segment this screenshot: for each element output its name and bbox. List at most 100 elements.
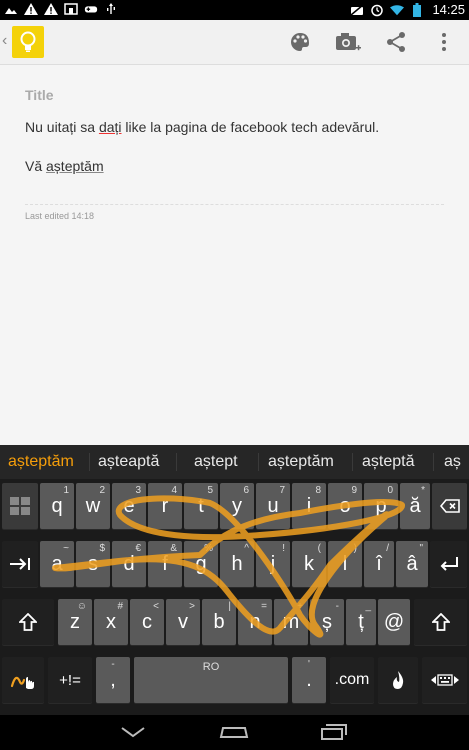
- warning-icon: [44, 2, 58, 16]
- warning-icon: [24, 2, 38, 16]
- key-t[interactable]: 5t: [184, 483, 218, 529]
- action-bar: ‹: [0, 20, 469, 65]
- shift-icon: [431, 613, 450, 631]
- clock-time: 14:25: [432, 2, 465, 17]
- symbols-key[interactable]: +!=: [48, 657, 92, 703]
- last-edited-label: Last edited 14:18: [25, 211, 95, 221]
- enter-icon: [440, 557, 458, 571]
- enter-key[interactable]: [430, 541, 467, 587]
- image-notification-icon: [4, 2, 18, 16]
- key-w[interactable]: 2w: [76, 483, 110, 529]
- suggestion-item[interactable]: aștept: [194, 453, 238, 471]
- flame-icon: [393, 671, 404, 689]
- key-h[interactable]: ^ h: [220, 541, 254, 587]
- key-r[interactable]: 4r: [148, 483, 182, 529]
- numeric-keypad-key[interactable]: [2, 483, 38, 529]
- key-g[interactable]: % g: [184, 541, 218, 587]
- note-body-line-1[interactable]: Nu uitați sa dați like la pagina de face…: [25, 117, 445, 137]
- key-c[interactable]: < c: [130, 599, 164, 645]
- key-b[interactable]: | b: [202, 599, 236, 645]
- back-nav-icon[interactable]: [118, 721, 148, 743]
- back-chevron-icon[interactable]: ‹: [2, 32, 7, 50]
- key-m[interactable]: + m: [274, 599, 308, 645]
- key-a[interactable]: ~ a: [40, 541, 74, 587]
- dotcom-key[interactable]: .com: [330, 657, 374, 703]
- dragon-mic-key[interactable]: [378, 657, 418, 703]
- keep-lightbulb-icon[interactable]: [12, 26, 44, 58]
- swype-keyboard: așteptăm așteaptă aștept așteptăm aștept…: [0, 445, 469, 715]
- status-left-icons: [4, 2, 118, 16]
- key-i-circumflex[interactable]: / î: [364, 541, 394, 587]
- suggestion-item[interactable]: așteptăm: [268, 453, 334, 471]
- key-q[interactable]: 1q: [40, 483, 74, 529]
- key-s[interactable]: $ s: [76, 541, 110, 587]
- home-nav-icon[interactable]: [219, 721, 249, 743]
- keyboard-layout-key[interactable]: [422, 657, 467, 703]
- key-z[interactable]: ☺ z: [58, 599, 92, 645]
- wifi-icon: [390, 3, 405, 17]
- key-n[interactable]: = n: [238, 599, 272, 645]
- usb-icon: [104, 2, 118, 16]
- swype-logo-icon: [10, 676, 34, 689]
- shift-key-right[interactable]: [414, 599, 467, 645]
- status-right-icons: 14:25: [350, 2, 465, 17]
- suggestion-bar: așteptăm așteaptă aștept așteptăm aștept…: [0, 445, 469, 479]
- palette-icon[interactable]: [286, 28, 314, 56]
- comma-key[interactable]: -,: [96, 657, 130, 703]
- keyboard-arrows-icon: [430, 674, 459, 686]
- note-title-field[interactable]: Title: [25, 87, 54, 103]
- recents-nav-icon[interactable]: [319, 721, 349, 743]
- tab-key[interactable]: [2, 541, 38, 587]
- overflow-menu-icon[interactable]: [430, 28, 458, 56]
- status-bar: 14:25: [0, 0, 469, 20]
- suggestion-divider: [433, 453, 434, 471]
- key-s-comma[interactable]: -ș: [310, 599, 344, 645]
- camera-off-icon: [350, 3, 364, 17]
- key-u[interactable]: 7u: [256, 483, 290, 529]
- key-y[interactable]: 6y: [220, 483, 254, 529]
- backspace-key[interactable]: [432, 483, 467, 529]
- add-photo-icon[interactable]: [334, 28, 362, 56]
- shift-key[interactable]: [2, 599, 54, 645]
- suggestion-divider: [258, 453, 259, 471]
- suggestion-item[interactable]: așteaptă: [98, 453, 159, 471]
- suggestion-item[interactable]: așteptă: [362, 453, 414, 471]
- home-notification-icon: [64, 2, 78, 16]
- key-a-circumflex[interactable]: " â: [396, 541, 428, 587]
- battery-icon: [410, 2, 424, 17]
- key-t-comma[interactable]: _ ț: [346, 599, 376, 645]
- space-key[interactable]: RO: [134, 657, 288, 703]
- suggestion-item[interactable]: aș: [444, 453, 461, 471]
- tab-icon: [10, 558, 30, 570]
- gamepad-icon: [84, 2, 98, 16]
- suggestion-divider: [176, 453, 177, 471]
- key-p[interactable]: 0p: [364, 483, 398, 529]
- key-k[interactable]: (k: [292, 541, 326, 587]
- key-f[interactable]: & f: [148, 541, 182, 587]
- key-j[interactable]: ! j: [256, 541, 290, 587]
- composing-word: așteptăm: [46, 158, 104, 174]
- swype-key[interactable]: [2, 657, 44, 703]
- misspelled-word: dați: [98, 119, 122, 135]
- key-at[interactable]: @: [378, 599, 410, 645]
- shift-icon: [19, 613, 37, 631]
- navigation-bar: [0, 715, 469, 750]
- key-d[interactable]: € d: [112, 541, 146, 587]
- key-i[interactable]: 8i: [292, 483, 326, 529]
- key-v[interactable]: > v: [166, 599, 200, 645]
- note-body-line-2[interactable]: Vă așteptăm: [25, 158, 104, 174]
- key-a-breve[interactable]: * ă: [400, 483, 430, 529]
- key-x[interactable]: # x: [94, 599, 128, 645]
- backspace-icon: [439, 499, 460, 513]
- key-e[interactable]: 3e: [112, 483, 146, 529]
- suggestion-divider: [352, 453, 353, 471]
- note-editor[interactable]: Title Nu uitați sa dați like la pagina d…: [0, 65, 469, 445]
- note-divider: [25, 204, 444, 205]
- key-o[interactable]: 9o: [328, 483, 362, 529]
- alarm-icon: [370, 3, 384, 17]
- suggestion-divider: [89, 453, 90, 471]
- share-icon[interactable]: [382, 28, 410, 56]
- period-key[interactable]: '.: [292, 657, 326, 703]
- suggestion-item[interactable]: așteptăm: [8, 453, 74, 471]
- key-l[interactable]: ) l: [328, 541, 362, 587]
